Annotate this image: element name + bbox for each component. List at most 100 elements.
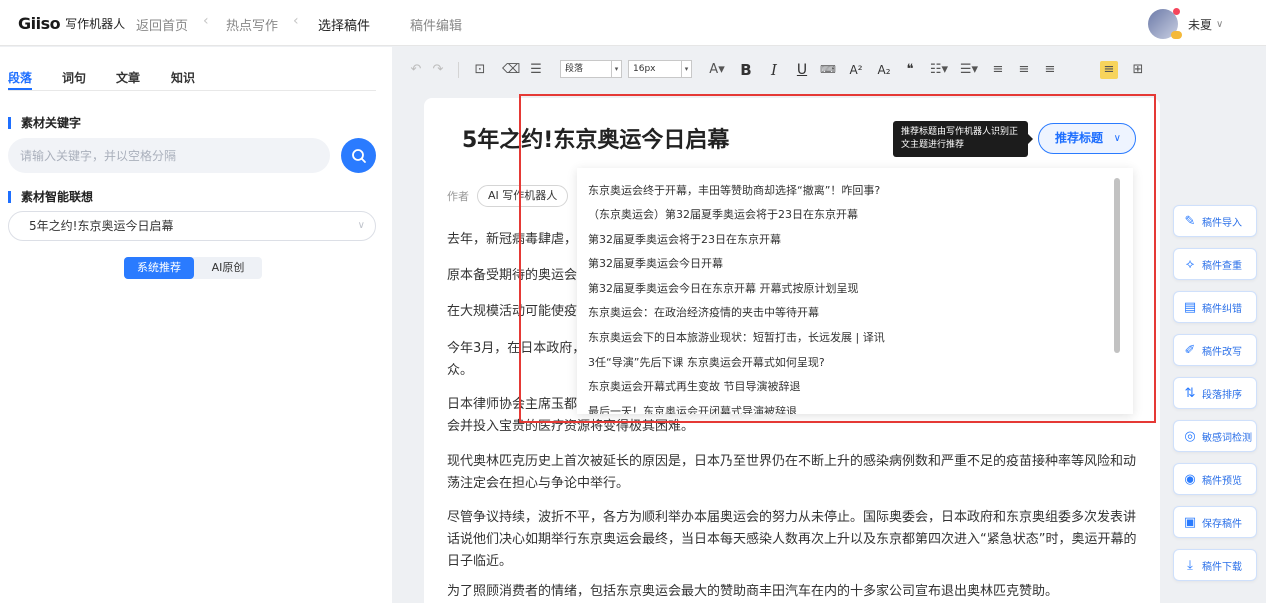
tool-label: 稿件纠错 xyxy=(1202,303,1242,315)
tab-phrase[interactable]: 词句 xyxy=(62,69,86,86)
recommend-title-option[interactable]: 东京奥运会下的日本旅游业现状：短暂打击，长远发展 | 译讯 xyxy=(588,326,885,350)
font-size-select[interactable]: 16px ▾ xyxy=(628,60,692,78)
dropdown-arrow-icon: ▾ xyxy=(681,61,691,77)
text-box-icon[interactable]: ⊡ xyxy=(472,61,488,79)
italic-button[interactable]: I xyxy=(766,61,782,79)
tool-preview[interactable]: ◉ 稿件预览 xyxy=(1173,463,1257,495)
paragraph[interactable]: 尽管争议持续，波折不平，各方为顺利举办本届奥运会的努力从未停止。国际奥委会，日本… xyxy=(447,507,1139,573)
dropdown-scrollbar[interactable] xyxy=(1114,178,1120,353)
vip-badge-icon xyxy=(1171,31,1182,39)
tool-label: 敏感词检测 xyxy=(1202,432,1252,444)
chevron-down-icon: ∨ xyxy=(1113,133,1121,144)
tool-label: 稿件下载 xyxy=(1202,561,1242,573)
chevron-down-icon: ∨ xyxy=(1216,18,1224,30)
superscript-button[interactable]: A² xyxy=(846,61,866,79)
nav-hot-writing[interactable]: 热点写作 xyxy=(226,15,278,34)
tool-label: 稿件导入 xyxy=(1202,217,1242,229)
logo[interactable]: Giiso 写作机器人 xyxy=(18,14,125,33)
recommend-title-option[interactable]: （东京奥运会）第32届夏季奥运会将于23日在东京开幕 xyxy=(588,203,858,227)
author-name[interactable]: AI 写作机器人 xyxy=(477,185,569,207)
toggle-ai-original[interactable]: AI原创 xyxy=(194,257,262,279)
editor-toolbar: ↶ ↷ ⊡ ⌫ ☰ 段落 ▾ 16px ▾ A▾ B I U ⌨ A² A₂ ❝ ☷… xyxy=(392,47,1266,91)
recommend-title-button[interactable]: 推荐标题 ∨ xyxy=(1038,123,1136,154)
justify-icon[interactable]: ≡ xyxy=(1100,61,1118,79)
author-label: 作者 xyxy=(447,190,469,203)
tab-paragraph[interactable]: 段落 xyxy=(8,69,32,86)
download-icon: ⤓ xyxy=(1187,557,1193,573)
import-icon: ✎ xyxy=(1184,213,1196,229)
top-bar: Giiso 写作机器人 返回首页 ‹ 热点写作 ‹ 选择稿件 稿件编辑 未夏 ∨ xyxy=(0,0,1266,46)
toolbar-divider xyxy=(458,62,459,78)
font-color-icon: A xyxy=(709,62,719,77)
tool-label: 稿件预览 xyxy=(1202,475,1242,487)
nav-draft-edit[interactable]: 稿件编辑 xyxy=(410,15,462,34)
nav-home[interactable]: 返回首页 xyxy=(136,15,188,34)
align-right-icon[interactable]: ≡ xyxy=(1042,61,1058,79)
rewrite-icon: ✐ xyxy=(1184,342,1196,358)
tool-label: 稿件查重 xyxy=(1202,260,1242,272)
recommend-title-option[interactable]: 第32届夏季奥运会将于23日在东京开幕 xyxy=(588,228,781,252)
logo-mark: Giiso xyxy=(18,14,61,33)
assoc-select[interactable]: 5年之约!东京奥运今日启幕 ∨ xyxy=(8,211,376,241)
recommend-title-option[interactable]: 第32届夏季奥运会今日开幕 xyxy=(588,252,723,276)
undo-icon[interactable]: ↶ xyxy=(408,61,424,79)
document-title[interactable]: 5年之约!东京奥运今日启幕 xyxy=(462,122,729,154)
subscript-button[interactable]: A₂ xyxy=(874,61,894,79)
tool-label: 稿件改写 xyxy=(1202,346,1242,358)
avatar[interactable] xyxy=(1148,8,1182,39)
recommend-title-option[interactable]: 东京奥运会终于开幕，丰田等赞助商却选择“撤离”！咋回事? xyxy=(588,179,880,203)
dropdown-arrow-icon: ▾ xyxy=(611,61,621,77)
nav-select-draft[interactable]: 选择稿件 xyxy=(318,15,370,34)
search-button[interactable] xyxy=(341,138,376,173)
keyword-input[interactable] xyxy=(8,138,330,173)
chevron-left-icon: ‹ xyxy=(203,13,209,29)
align-left-icon[interactable]: ≡ xyxy=(990,61,1006,79)
paragraph-format-select[interactable]: 段落 ▾ xyxy=(560,60,622,78)
tool-rewrite[interactable]: ✐ 稿件改写 xyxy=(1173,334,1257,366)
select-all-icon[interactable]: ☰ xyxy=(528,61,544,79)
user-name: 未夏 xyxy=(1188,17,1213,32)
chevron-left-icon: ‹ xyxy=(293,13,299,29)
unordered-list-icon[interactable]: ☰▾ xyxy=(958,61,980,79)
left-panel: 段落 词句 文章 知识 素材关键字 素材智能联想 5年之约!东京奥运今日启幕 ∨… xyxy=(0,47,392,603)
quote-button[interactable]: ❝ xyxy=(902,61,918,79)
table-icon[interactable]: ⊞ xyxy=(1130,61,1146,79)
underline-button[interactable]: U xyxy=(794,61,810,79)
eraser-icon[interactable]: ⌫ xyxy=(502,61,520,79)
tool-sensitive-words[interactable]: ◎ 敏感词检测 xyxy=(1173,420,1257,452)
assoc-select-value: 5年之约!东京奥运今日启幕 xyxy=(29,219,174,233)
tool-save[interactable]: ▣ 保存稿件 xyxy=(1173,506,1257,538)
font-color-button[interactable]: A▾ xyxy=(706,61,728,79)
recommend-title-dropdown: 东京奥运会终于开幕，丰田等赞助商却选择“撤离”！咋回事? （东京奥运会）第32届… xyxy=(577,168,1133,414)
tool-paragraph-sort[interactable]: ⇅ 段落排序 xyxy=(1173,377,1257,409)
redo-icon[interactable]: ↷ xyxy=(430,61,446,79)
align-center-icon[interactable]: ≡ xyxy=(1016,61,1032,79)
recommend-title-option[interactable]: 东京奥运会：在政治经济疫情的夹击中等待开幕 xyxy=(588,301,819,325)
tool-import-draft[interactable]: ✎ 稿件导入 xyxy=(1173,205,1257,237)
paragraph[interactable]: 现代奥林匹克历史上首次被延长的原因是，日本乃至世界仍在不断上升的感染病例数和严重… xyxy=(447,451,1139,495)
save-icon: ▣ xyxy=(1183,514,1197,530)
recommend-title-option[interactable]: 3任“导演”先后下课 东京奥运会开幕式如何呈现? xyxy=(588,351,825,375)
tab-knowledge[interactable]: 知识 xyxy=(171,69,195,86)
user-menu[interactable]: 未夏 ∨ xyxy=(1148,8,1224,39)
tool-proofread[interactable]: ▤ 稿件纠错 xyxy=(1173,291,1257,323)
recommend-title-label: 推荐标题 xyxy=(1055,131,1104,145)
keyboard-icon[interactable]: ⌨ xyxy=(820,61,836,79)
tool-label: 保存稿件 xyxy=(1202,518,1242,530)
tool-download[interactable]: ⤓ 稿件下载 xyxy=(1173,549,1257,581)
keyword-section-title: 素材关键字 xyxy=(8,117,81,129)
ordered-list-icon[interactable]: ☷▾ xyxy=(928,61,950,79)
sort-icon: ⇅ xyxy=(1184,385,1196,401)
source-toggle: 系统推荐 AI原创 xyxy=(124,257,262,279)
tab-article[interactable]: 文章 xyxy=(116,69,140,86)
paragraph[interactable]: 为了照顾消费者的情绪，包括东京奥运会最大的赞助商丰田汽车在内的十多家公司宣布退出… xyxy=(447,581,1139,603)
active-tab-indicator xyxy=(8,88,32,90)
toggle-system-recommend[interactable]: 系统推荐 xyxy=(124,257,194,279)
recommend-title-option[interactable]: 东京奥运会开幕式再生变故 节目导演被辞退 xyxy=(588,375,801,399)
recommend-title-option[interactable]: 第32届夏季奥运会今日在东京开幕 开幕式按原计划呈现 xyxy=(588,277,859,301)
tool-duplicate-check[interactable]: ⟡ 稿件查重 xyxy=(1173,248,1257,280)
chevron-down-icon: ∨ xyxy=(357,220,365,231)
search-icon xyxy=(351,148,366,163)
recommend-title-option[interactable]: 最后一天！东京奥运会开闭幕式导演被辞退 xyxy=(588,400,797,414)
bold-button[interactable]: B xyxy=(738,61,754,79)
